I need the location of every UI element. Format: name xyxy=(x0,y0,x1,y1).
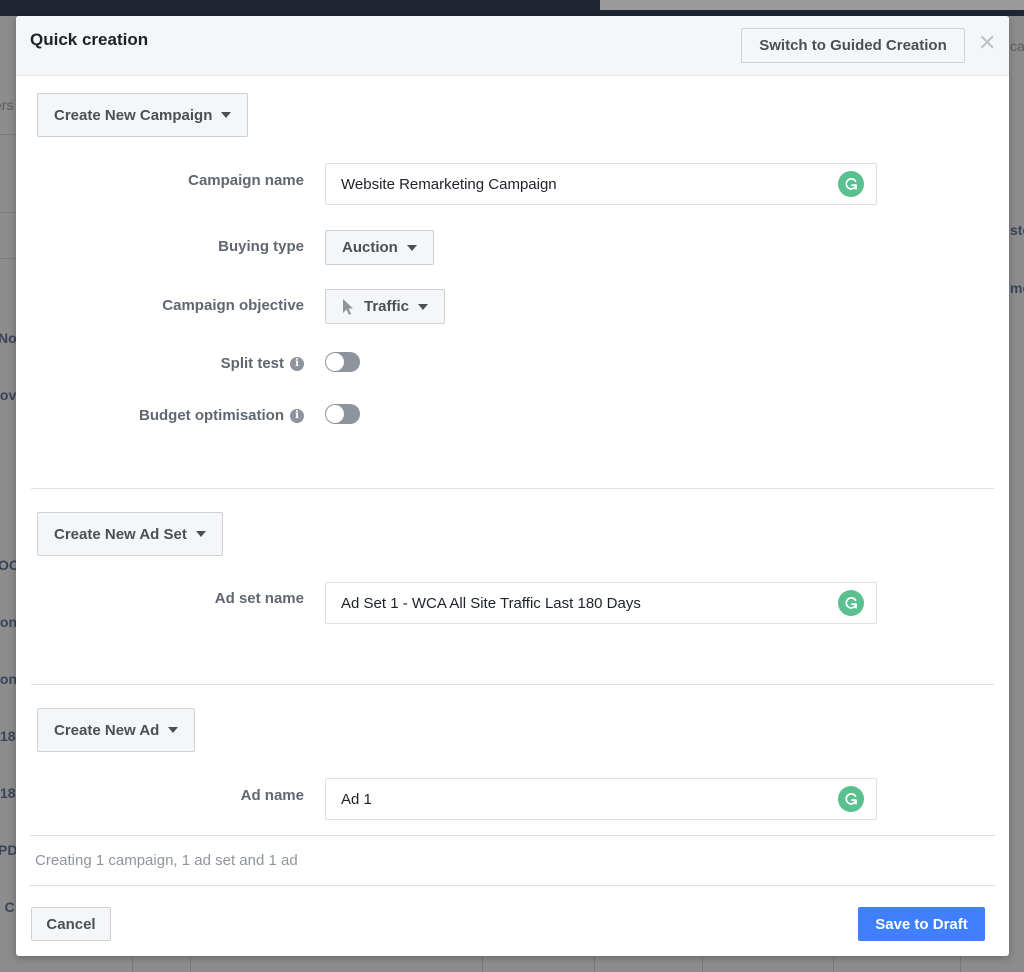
save-to-draft-label: Save to Draft xyxy=(875,915,968,933)
cancel-button[interactable]: Cancel xyxy=(31,907,111,941)
ad-set-name-input[interactable]: Ad Set 1 - WCA All Site Traffic Last 180… xyxy=(325,582,877,624)
campaign-objective-label-text: Campaign objective xyxy=(162,297,304,314)
caret-down-icon xyxy=(195,531,206,537)
info-icon[interactable]: i xyxy=(290,408,304,423)
switch-to-guided-creation-button[interactable]: Switch to Guided Creation xyxy=(741,28,965,63)
background-text: - C xyxy=(0,899,15,915)
background-text: ca xyxy=(1010,38,1024,54)
ad-set-name-label-text: Ad set name xyxy=(214,590,304,607)
create-new-campaign-label: Create New Campaign xyxy=(54,106,213,124)
background-column-line xyxy=(960,955,961,972)
background-text: PD xyxy=(0,842,18,858)
background-text: ion xyxy=(0,614,17,630)
campaign-name-label: Campaign name xyxy=(188,172,304,189)
campaign-objective-label: Campaign objective xyxy=(162,297,304,314)
background-text: mo xyxy=(1010,280,1024,296)
ad-name-value: Ad 1 xyxy=(341,790,372,808)
background-row-divider xyxy=(0,134,16,135)
grammarly-icon[interactable] xyxy=(838,786,864,812)
modal-header: Quick creation Switch to Guided Creation… xyxy=(16,16,1009,76)
background-text: 18 xyxy=(0,728,16,744)
ad-name-label-text: Ad name xyxy=(240,787,304,804)
create-new-ad-set-dropdown[interactable]: Create New Ad Set xyxy=(37,512,223,556)
buying-type-label: Buying type xyxy=(218,238,304,255)
cancel-button-label: Cancel xyxy=(46,915,96,933)
background-text: 18 xyxy=(0,785,16,801)
creation-summary: Creating 1 campaign, 1 ad set and 1 ad xyxy=(35,852,298,869)
caret-down-icon xyxy=(418,303,429,310)
budget-optimisation-label-text: Budget optimisation xyxy=(139,407,284,424)
ad-name-input[interactable]: Ad 1 xyxy=(325,778,877,820)
background-text: ste xyxy=(1010,222,1024,238)
create-new-campaign-dropdown[interactable]: Create New Campaign xyxy=(37,93,249,137)
cursor-arrow-icon xyxy=(342,298,354,316)
buying-type-label-text: Buying type xyxy=(218,238,304,255)
campaign-objective-select[interactable]: Traffic xyxy=(325,289,446,324)
close-icon[interactable]: ✕ xyxy=(978,32,996,54)
section-divider xyxy=(31,684,994,685)
modal-title: Quick creation xyxy=(30,30,149,49)
footer-divider xyxy=(30,835,995,836)
footer-divider xyxy=(30,885,995,886)
buying-type-select[interactable]: Auction xyxy=(325,230,434,265)
buying-type-value: Auction xyxy=(342,239,398,256)
caret-down-icon xyxy=(221,112,232,118)
quick-creation-modal: Quick creation Switch to Guided Creation… xyxy=(16,16,1009,956)
split-test-toggle[interactable] xyxy=(325,352,360,372)
switch-button-label: Switch to Guided Creation xyxy=(759,37,947,54)
split-test-label-text: Split test xyxy=(220,355,284,372)
background-text: ion xyxy=(0,671,17,687)
campaign-objective-value: Traffic xyxy=(364,298,410,315)
caret-down-icon xyxy=(168,727,179,733)
create-new-ad-dropdown[interactable]: Create New Ad xyxy=(37,708,196,752)
background-top-panel xyxy=(600,0,1024,10)
grammarly-icon[interactable] xyxy=(838,590,864,616)
campaign-name-value: Website Remarketing Campaign xyxy=(341,175,557,193)
create-new-ad-set-label: Create New Ad Set xyxy=(54,525,187,543)
background-column-line xyxy=(132,955,133,972)
background-column-line xyxy=(190,955,191,972)
section-divider xyxy=(31,488,994,489)
toggle-knob xyxy=(326,353,344,371)
campaign-name-label-text: Campaign name xyxy=(188,172,304,189)
background-row-divider xyxy=(0,212,16,213)
ad-set-name-label: Ad set name xyxy=(215,590,304,607)
background-text: lov xyxy=(0,387,17,403)
background-row-divider xyxy=(0,258,16,259)
ad-set-name-value: Ad Set 1 - WCA All Site Traffic Last 180… xyxy=(341,594,641,612)
grammarly-icon[interactable] xyxy=(838,171,864,197)
toggle-knob xyxy=(326,405,344,423)
background-column-line xyxy=(482,955,483,972)
campaign-name-input[interactable]: Website Remarketing Campaign xyxy=(325,163,877,205)
split-test-label: Split test i xyxy=(221,355,304,372)
background-column-line xyxy=(833,955,834,972)
info-icon[interactable]: i xyxy=(290,356,304,371)
caret-down-icon xyxy=(406,244,417,251)
budget-optimisation-toggle[interactable] xyxy=(325,404,360,424)
background-column-line xyxy=(702,955,703,972)
create-new-ad-label: Create New Ad xyxy=(54,721,160,739)
budget-optimisation-label: Budget optimisation i xyxy=(139,407,304,424)
background-text: No xyxy=(0,330,17,346)
ad-name-label: Ad name xyxy=(241,787,304,804)
background-column-line xyxy=(594,955,595,972)
save-to-draft-button[interactable]: Save to Draft xyxy=(858,907,985,941)
background-text: ers xyxy=(0,97,14,113)
